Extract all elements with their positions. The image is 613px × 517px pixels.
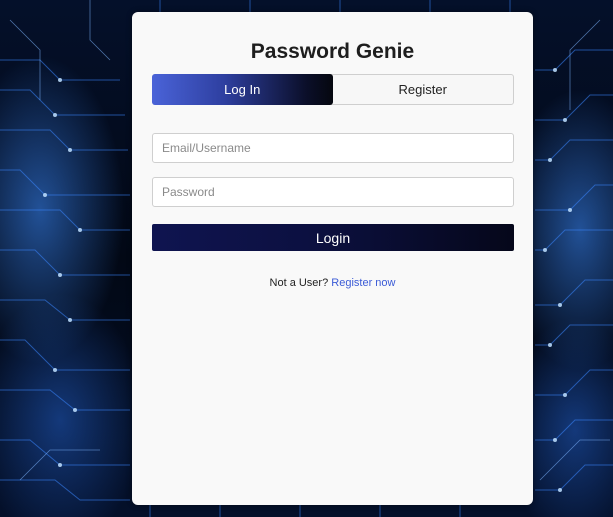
password-field[interactable] bbox=[152, 177, 514, 207]
login-card: Password Genie Log In Register Login Not… bbox=[132, 12, 533, 505]
app-title: Password Genie bbox=[250, 40, 415, 63]
auth-tabs: Log In Register bbox=[152, 74, 514, 105]
tab-log-in[interactable]: Log In bbox=[152, 74, 333, 105]
register-now-link[interactable]: Register now bbox=[331, 277, 395, 289]
email-username-field[interactable] bbox=[152, 133, 514, 163]
login-button[interactable]: Login bbox=[152, 224, 514, 251]
register-prompt: Not a User? Register now bbox=[132, 277, 533, 289]
tab-register[interactable]: Register bbox=[333, 75, 514, 104]
not-a-user-text: Not a User? bbox=[269, 277, 329, 289]
